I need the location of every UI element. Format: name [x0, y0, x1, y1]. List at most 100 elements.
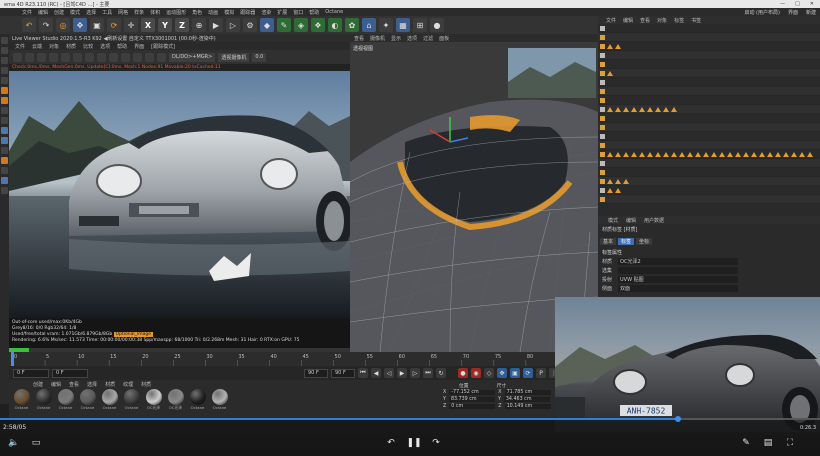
- keyframe-selection-icon[interactable]: ◇: [484, 368, 494, 378]
- render-view-icon[interactable]: ▶: [209, 18, 223, 32]
- lock-resolution-icon[interactable]: [145, 52, 154, 62]
- autokey-icon[interactable]: ◉: [471, 368, 481, 378]
- subdivision-icon[interactable]: ◈: [294, 18, 308, 32]
- material-tag-icon[interactable]: [703, 151, 709, 157]
- focus-picker-icon[interactable]: [97, 52, 106, 62]
- max-frame-field[interactable]: 90 F: [331, 368, 355, 378]
- lock-icon[interactable]: [1, 137, 8, 144]
- minimize-button[interactable]: —: [780, 1, 785, 7]
- material-item[interactable]: Octane: [12, 389, 31, 411]
- render-settings-icon[interactable]: ⚙: [243, 18, 257, 32]
- prev-key-icon[interactable]: ◀: [371, 368, 381, 378]
- save-image-icon[interactable]: [61, 52, 70, 62]
- y-axis-lock[interactable]: Y: [158, 18, 172, 32]
- object-row[interactable]: [598, 78, 820, 87]
- param-key-icon[interactable]: P: [536, 368, 546, 378]
- material-item[interactable]: Octane: [78, 389, 97, 411]
- material-tag-icon[interactable]: [767, 151, 773, 157]
- recent-tools-icon[interactable]: ✛: [124, 18, 138, 32]
- material-tag-icon[interactable]: [663, 106, 669, 112]
- camera-lock-icon[interactable]: [157, 52, 166, 62]
- object-row[interactable]: [598, 114, 820, 123]
- object-row[interactable]: [598, 33, 820, 42]
- layer-icon[interactable]: [1, 187, 8, 194]
- mat-menu-select[interactable]: 选择: [87, 381, 97, 388]
- goto-start-icon[interactable]: ⏮: [358, 368, 368, 378]
- mat-menu-edit[interactable]: 编辑: [51, 381, 61, 388]
- material-tag-icon[interactable]: [615, 106, 621, 112]
- pause-icon[interactable]: ❚❚: [406, 438, 421, 448]
- attr-menu-edit[interactable]: 编辑: [626, 217, 636, 224]
- uv-icon[interactable]: [1, 167, 8, 174]
- menu-simulate[interactable]: 模拟: [224, 9, 234, 16]
- material-tag-icon[interactable]: [607, 187, 613, 193]
- cloner-icon[interactable]: ❖: [311, 18, 325, 32]
- lv-menu-cloud[interactable]: 云端: [32, 43, 42, 50]
- attr-tab-basic[interactable]: 基本: [600, 238, 617, 245]
- vp-menu-options[interactable]: 选项: [407, 35, 417, 42]
- material-tag-icon[interactable]: [807, 151, 813, 157]
- material-tag-icon[interactable]: [759, 151, 765, 157]
- paint-icon[interactable]: [1, 177, 8, 184]
- vp-menu-view[interactable]: 查看: [354, 35, 364, 42]
- material-tag-icon[interactable]: [711, 151, 717, 157]
- sculpt-icon[interactable]: [1, 157, 8, 164]
- pause-render-icon[interactable]: [37, 52, 46, 62]
- menu-mograph[interactable]: 运动图形: [166, 9, 186, 16]
- move-icon[interactable]: ✥: [73, 18, 87, 32]
- rotation-key-icon[interactable]: ⟳: [523, 368, 533, 378]
- video-progress-knob[interactable]: [675, 416, 681, 422]
- rotate-icon[interactable]: ⟳: [107, 18, 121, 32]
- material-tag-icon[interactable]: [607, 151, 613, 157]
- workplane-mode-icon[interactable]: [1, 127, 8, 134]
- material-item[interactable]: Octane: [56, 389, 75, 411]
- cube-icon[interactable]: ◆: [260, 18, 274, 32]
- light-icon[interactable]: ✦: [379, 18, 393, 32]
- points-mode-icon[interactable]: [1, 57, 8, 64]
- object-row[interactable]: [598, 141, 820, 150]
- edges-mode-icon[interactable]: [1, 67, 8, 74]
- object-row[interactable]: [598, 150, 820, 159]
- object-row[interactable]: [598, 105, 820, 114]
- material-item[interactable]: Octane: [122, 389, 141, 411]
- material-item[interactable]: OC光泽: [166, 389, 185, 411]
- vp-menu-filter[interactable]: 过滤: [423, 35, 433, 42]
- play-reverse-icon[interactable]: ◁: [384, 368, 394, 378]
- lv-menu-help[interactable]: 帮助: [117, 43, 127, 50]
- object-row[interactable]: [598, 42, 820, 51]
- lv-menu-gui[interactable]: 界面: [134, 43, 144, 50]
- lv-menu-objects[interactable]: 对象: [49, 43, 59, 50]
- next-key-icon[interactable]: ▷: [410, 368, 420, 378]
- material-tag-icon[interactable]: [679, 151, 685, 157]
- object-row[interactable]: [598, 168, 820, 177]
- current-frame-field[interactable]: 0 F: [13, 368, 49, 378]
- position-y-field[interactable]: 83.739 cm: [448, 397, 495, 402]
- menu-extensions[interactable]: 扩展: [277, 9, 287, 16]
- lv-menu-options[interactable]: 选项: [100, 43, 110, 50]
- render-picture-icon[interactable]: ▷: [226, 18, 240, 32]
- play-icon[interactable]: ▶: [397, 368, 407, 378]
- material-tag-icon[interactable]: [735, 151, 741, 157]
- object-row[interactable]: [598, 96, 820, 105]
- lv-menu-compare[interactable]: 比较: [83, 43, 93, 50]
- tab-interface[interactable]: 界面: [788, 9, 798, 16]
- object-row[interactable]: [598, 123, 820, 132]
- om-menu-tags[interactable]: 标签: [674, 17, 684, 24]
- position-x-field[interactable]: -77.152 cm: [449, 390, 496, 395]
- vp-menu-panel[interactable]: 面板: [439, 35, 449, 42]
- material-item[interactable]: Octane: [100, 389, 119, 411]
- om-menu-objects[interactable]: 对象: [657, 17, 667, 24]
- material-tag-icon[interactable]: [655, 151, 661, 157]
- redo-icon[interactable]: ↷: [39, 18, 53, 32]
- material-tag-icon[interactable]: [783, 151, 789, 157]
- om-menu-edit[interactable]: 编辑: [623, 17, 633, 24]
- size-y-field[interactable]: 34.463 cm: [503, 397, 550, 402]
- object-row[interactable]: [598, 69, 820, 78]
- next-icon[interactable]: ↷: [430, 438, 442, 448]
- previous-icon[interactable]: ↶: [385, 438, 397, 448]
- material-tag-icon[interactable]: [607, 178, 613, 184]
- material-tag-icon[interactable]: [639, 151, 645, 157]
- lv-menu-track[interactable]: [跟踪模式]: [151, 43, 175, 50]
- menu-mode[interactable]: 模式: [70, 9, 80, 16]
- workplane-icon[interactable]: ▦: [396, 18, 410, 32]
